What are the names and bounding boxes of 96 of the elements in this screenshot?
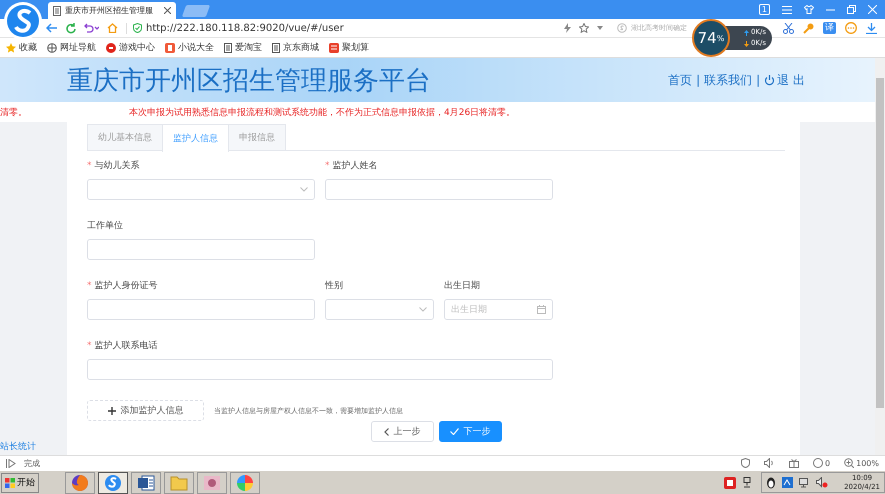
star-icon xyxy=(6,42,16,52)
bookmark-item[interactable]: 收藏 xyxy=(6,41,37,54)
start-button[interactable]: 开始 xyxy=(1,472,39,492)
undo-icon[interactable] xyxy=(84,23,99,33)
browser-tab[interactable]: 重庆市开州区招生管理服 xyxy=(48,2,176,19)
search-engine-icon xyxy=(617,23,627,33)
page-icon xyxy=(53,6,61,16)
select-field[interactable] xyxy=(325,299,434,320)
shield-icon[interactable] xyxy=(741,458,750,468)
field-label: * 监护人姓名 xyxy=(325,160,378,173)
zoom-level: 100% xyxy=(856,458,879,468)
plus-icon xyxy=(108,406,116,414)
browser-logo-icon[interactable] xyxy=(3,1,43,41)
page-icon xyxy=(224,42,232,52)
field-label: * 监护人身份证号 xyxy=(87,280,158,293)
bookmark-item[interactable]: 游戏中心 xyxy=(106,41,155,54)
deal-icon xyxy=(329,42,339,52)
minimize-icon[interactable] xyxy=(826,8,835,10)
home-icon[interactable] xyxy=(107,23,118,33)
gift-icon[interactable] xyxy=(789,458,800,468)
notice-text: 本次申报为试用熟悉信息申报流程和测试系统功能，不作为正式信息申报依据，4月26日将清零。 xyxy=(129,106,516,118)
taskbar-app[interactable] xyxy=(98,472,128,494)
image-icon xyxy=(203,474,221,490)
taskbar-app[interactable] xyxy=(131,472,161,494)
badge-icon[interactable] xyxy=(813,458,824,468)
caret-icon[interactable] xyxy=(597,26,603,30)
bookmark-item[interactable]: 网址导航 xyxy=(47,41,96,54)
status-text: 完成 xyxy=(24,458,40,468)
game-icon xyxy=(106,42,116,52)
field-label: 出生日期 xyxy=(444,280,481,293)
input-field[interactable] xyxy=(87,299,315,320)
stats-link[interactable]: 站长统计 xyxy=(0,440,67,453)
nav-link[interactable]: 联系我们 xyxy=(704,72,752,88)
bookmark-item[interactable]: 京东商城 xyxy=(272,41,319,54)
tray-app-icon[interactable] xyxy=(724,476,736,488)
sidebar-toggle-icon[interactable] xyxy=(6,458,16,468)
tray-app-icon[interactable] xyxy=(782,477,794,488)
pinwheel-icon xyxy=(236,474,254,492)
taskbar-app[interactable] xyxy=(65,472,95,494)
more-icon[interactable] xyxy=(845,22,857,34)
lightning-icon[interactable] xyxy=(564,23,571,33)
restore-icon[interactable] xyxy=(847,5,856,14)
add-guardian-button[interactable]: 添加监护人信息 xyxy=(87,400,204,421)
menu-icon[interactable] xyxy=(782,6,792,14)
input-field[interactable] xyxy=(87,239,315,260)
select-field[interactable] xyxy=(87,179,315,200)
site-title: 重庆市开州区招生管理服务平台 xyxy=(67,64,431,98)
down-arrow-icon xyxy=(744,40,749,46)
field-label: 性别 xyxy=(325,280,344,293)
check-icon xyxy=(450,428,458,435)
document-icon xyxy=(137,474,155,492)
previous-button[interactable]: 上一步 xyxy=(370,421,434,442)
back-icon[interactable] xyxy=(46,23,57,33)
input-field[interactable] xyxy=(325,179,553,200)
shirt-icon[interactable] xyxy=(804,5,814,14)
chevron-down-icon xyxy=(419,307,427,312)
globe-icon xyxy=(47,42,57,52)
chevron-down-icon xyxy=(300,187,308,192)
folder-icon xyxy=(170,474,188,490)
close-icon[interactable] xyxy=(164,7,171,14)
windows-flag-icon xyxy=(5,478,15,488)
field-label: * 与幼儿关系 xyxy=(87,160,140,173)
bookmark-item[interactable]: 聚划算 xyxy=(329,41,369,54)
bookmark-item[interactable]: 爱淘宝 xyxy=(224,41,262,54)
memory-dial[interactable]: 74% xyxy=(692,19,730,57)
nav-separator: | xyxy=(756,73,760,87)
notice-text: 清零。 xyxy=(0,106,27,118)
input-field[interactable] xyxy=(87,359,553,380)
nav-link[interactable]: 首页 xyxy=(668,72,692,88)
page-icon xyxy=(272,42,280,52)
field-label: * 监护人联系电话 xyxy=(87,340,158,353)
muted-speaker-icon[interactable] xyxy=(816,477,828,488)
address-field[interactable]: http://222.180.118.82:9020/vue/#/user xyxy=(146,22,344,34)
chevron-left-icon xyxy=(384,428,388,436)
logout-link[interactable]: 退 出 xyxy=(764,72,805,88)
up-arrow-icon xyxy=(744,30,749,36)
key-icon[interactable] xyxy=(803,22,814,34)
star-icon[interactable] xyxy=(579,23,589,33)
field-label: 工作单位 xyxy=(87,220,124,233)
download-icon[interactable] xyxy=(866,22,877,34)
globe-icon xyxy=(71,474,89,492)
swirl-icon xyxy=(104,474,122,492)
counter-text: 0 xyxy=(825,458,830,468)
power-icon xyxy=(764,74,776,86)
nav-separator: | xyxy=(696,73,700,87)
zoom-icon[interactable] xyxy=(844,458,854,468)
network-icon[interactable] xyxy=(742,476,752,488)
speaker-icon[interactable] xyxy=(764,458,776,468)
scrollbar-thumb[interactable] xyxy=(876,78,884,408)
bookmark-item[interactable]: 小说大全 xyxy=(165,41,214,54)
shield-icon xyxy=(133,23,142,33)
refresh-icon[interactable] xyxy=(65,22,76,34)
calendar-icon xyxy=(537,305,546,314)
book-icon xyxy=(165,42,175,52)
scissors-icon[interactable] xyxy=(783,22,794,34)
monitor-icon[interactable] xyxy=(799,477,810,488)
